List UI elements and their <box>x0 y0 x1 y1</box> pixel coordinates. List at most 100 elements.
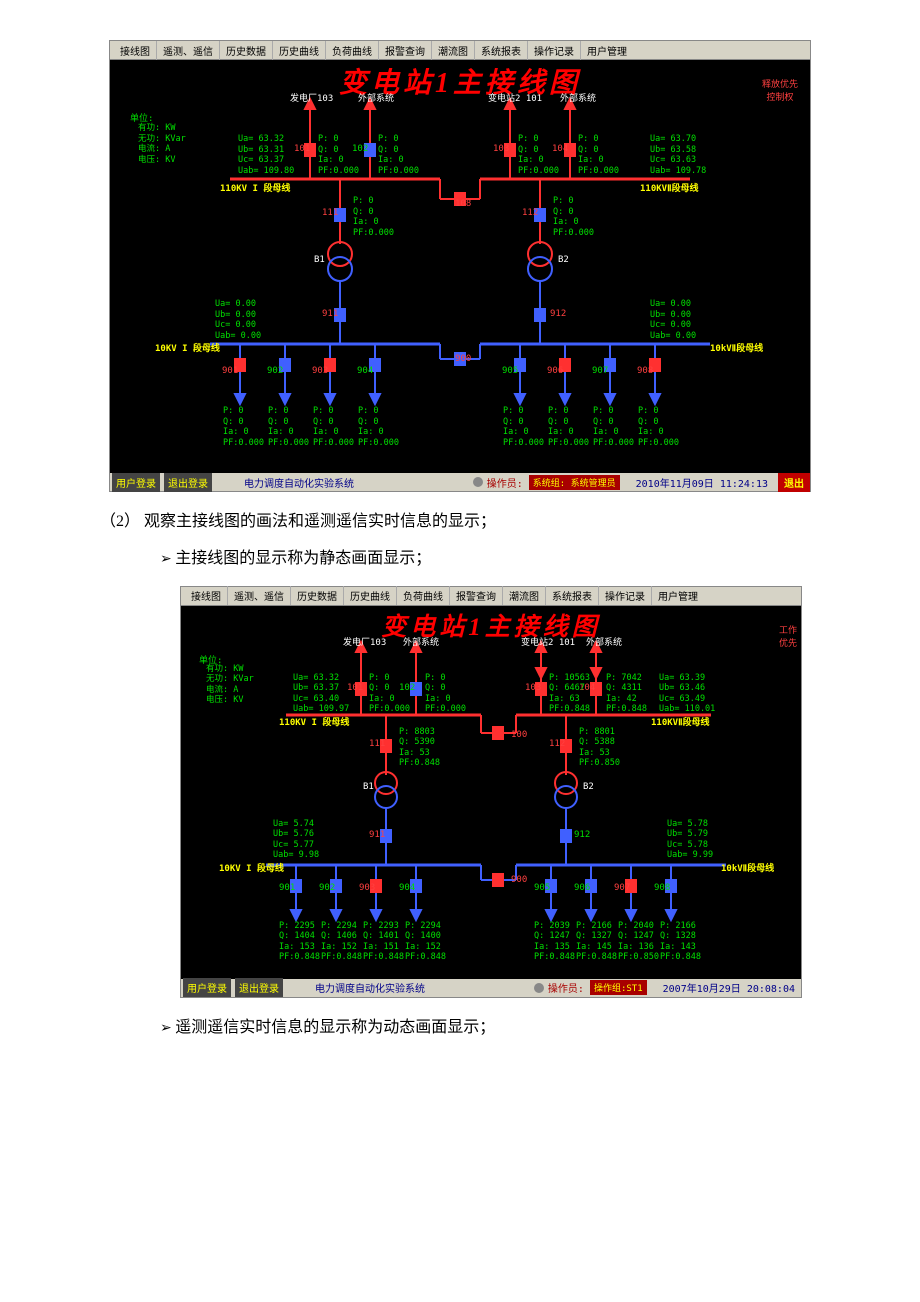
fpq4: P: 0Q: 0Ia: 0PF:0.000 <box>358 406 399 449</box>
status-bar: 用户登录 退出登录 电力调度自动化实验系统 操作员: 操作组:ST1 2007年… <box>181 979 801 997</box>
pq111: P: 0Q: 0Ia: 0PF:0.000 <box>353 196 394 239</box>
tie100: 100 <box>511 730 527 740</box>
id907: 907 <box>592 366 608 376</box>
id901: 901 <box>222 366 238 376</box>
volt-hvL: Ua= 63.32Ub= 63.37Uc= 63.40Uab= 109.97 <box>293 673 349 716</box>
menu-item[interactable]: 遥测、遥信 <box>228 586 291 605</box>
menu-item[interactable]: 接线图 <box>185 586 228 605</box>
bus-lv1: 10KV I 段母线 <box>155 341 220 354</box>
pq103: P: 0Q: 0Ia: 0PF:0.000 <box>518 134 559 177</box>
id101: 101 <box>347 683 363 693</box>
id101: 101 <box>294 144 310 154</box>
logout-button[interactable]: 退出登录 <box>164 473 212 492</box>
src1: 发电厂103 <box>290 91 333 104</box>
pq101: P: 0Q: 0Ia: 0PF:0.000 <box>318 134 359 177</box>
pq101: P: 0Q: 0Ia: 0PF:0.000 <box>369 673 410 716</box>
pq104: P: 0Q: 0Ia: 0PF:0.000 <box>578 134 619 177</box>
id911: 911 <box>322 309 338 319</box>
fpq7: P: 2040Q: 1247Ia: 136PF:0.850 <box>618 921 659 964</box>
pq112: P: 8801Q: 5388Ia: 53PF:0.850 <box>579 727 620 770</box>
menu-item[interactable]: 用户管理 <box>581 41 633 60</box>
id908: 908 <box>654 883 670 893</box>
pq111: P: 8803Q: 5390Ia: 53PF:0.848 <box>399 727 440 770</box>
b1: B1 <box>363 782 374 792</box>
fpq8: P: 2166Q: 1328Ia: 143PF:0.848 <box>660 921 701 964</box>
menu-item[interactable]: 报警查询 <box>450 586 503 605</box>
bus-lv2: 10kVⅡ段母线 <box>710 341 763 354</box>
login-button[interactable]: 用户登录 <box>112 473 160 492</box>
menu-item[interactable]: 负荷曲线 <box>397 586 450 605</box>
bus-lv1: 10KV I 段母线 <box>219 861 284 874</box>
datetime: 2010年11月09日 11:24:13 <box>636 475 768 490</box>
bus-hv1: 110KV I 段母线 <box>220 181 290 194</box>
bus-hv2: 110KVⅡ段母线 <box>640 181 699 194</box>
menu-item[interactable]: 潮流图 <box>432 41 475 60</box>
vlvL: Ua= 5.74Ub= 5.76Uc= 5.77Uab= 9.98 <box>273 819 319 862</box>
id111: 111 <box>322 208 338 218</box>
id906: 906 <box>574 883 590 893</box>
menu-item[interactable]: 系统报表 <box>475 41 528 60</box>
b2: B2 <box>558 255 569 265</box>
id907: 907 <box>614 883 630 893</box>
fpq4: P: 2294Q: 1400Ia: 152PF:0.848 <box>405 921 446 964</box>
quit-button[interactable]: 退出 <box>778 473 810 492</box>
menu-item[interactable]: 报警查询 <box>379 41 432 60</box>
login-button[interactable]: 用户登录 <box>183 978 231 997</box>
src4: 外部系统 <box>586 635 622 648</box>
menu-item[interactable]: 历史数据 <box>220 41 273 60</box>
menu-item[interactable]: 潮流图 <box>503 586 546 605</box>
bullet-dynamic: 遥测遥信实时信息的显示称为动态画面显示； <box>160 1014 820 1043</box>
id904: 904 <box>357 366 373 376</box>
fpq5: P: 2039Q: 1247Ia: 135PF:0.848 <box>534 921 575 964</box>
fpq3: P: 2293Q: 1401Ia: 151PF:0.848 <box>363 921 404 964</box>
id103: 103 <box>525 683 541 693</box>
status-bar: 用户登录 退出登录 电力调度自动化实验系统 操作员: 系统组: 系统管理员 20… <box>110 473 810 491</box>
fpq5: P: 0Q: 0Ia: 0PF:0.000 <box>503 406 544 449</box>
datetime: 2007年10月29日 20:08:04 <box>663 980 795 995</box>
scada-panel-1: 接线图 遥测、遥信 历史数据 历史曲线 负荷曲线 报警查询 潮流图 系统报表 操… <box>109 40 811 492</box>
src3: 变电站2 101 <box>488 91 542 104</box>
pq112: P: 0Q: 0Ia: 0PF:0.000 <box>553 196 594 239</box>
single-line-diagram <box>110 59 810 473</box>
operator-label: 操作员: <box>548 980 584 995</box>
pq102: P: 0Q: 0Ia: 0PF:0.000 <box>425 673 466 716</box>
pq104: P: 7042Q: 4311Ia: 42PF:0.848 <box>606 673 647 716</box>
id112: 112 <box>522 208 538 218</box>
bus-lv2: 10kVⅡ段母线 <box>721 861 774 874</box>
menu-item[interactable]: 系统报表 <box>546 586 599 605</box>
units: 有功: KW无功: KVar电流: A电压: KV <box>206 664 254 707</box>
bus-hv1: 110KV I 段母线 <box>279 715 349 728</box>
id903: 903 <box>359 883 375 893</box>
system-name: 电力调度自动化实验系统 <box>315 980 425 995</box>
menu-item[interactable]: 操作记录 <box>528 41 581 60</box>
menu-item[interactable]: 历史数据 <box>291 586 344 605</box>
fpq1: P: 2295Q: 1404Ia: 153PF:0.848 <box>279 921 320 964</box>
id902: 902 <box>319 883 335 893</box>
menu-item[interactable]: 接线图 <box>114 41 157 60</box>
tie900: 900 <box>511 875 527 885</box>
bus-hv2: 110KVⅡ段母线 <box>651 715 710 728</box>
menu-item[interactable]: 负荷曲线 <box>326 41 379 60</box>
menu-item[interactable]: 用户管理 <box>652 586 704 605</box>
menu-item[interactable]: 遥测、遥信 <box>157 41 220 60</box>
fpq3: P: 0Q: 0Ia: 0PF:0.000 <box>313 406 354 449</box>
id902: 902 <box>267 366 283 376</box>
menu-bar: 接线图 遥测、遥信 历史数据 历史曲线 负荷曲线 报警查询 潮流图 系统报表 操… <box>110 41 810 60</box>
b2: B2 <box>583 782 594 792</box>
menu-item[interactable]: 历史曲线 <box>344 586 397 605</box>
operator-value: 系统组: 系统管理员 <box>529 475 620 490</box>
volt-lvR: Ua= 0.00Ub= 0.00Uc= 0.00Uab= 0.00 <box>650 299 696 342</box>
menu-item[interactable]: 历史曲线 <box>273 41 326 60</box>
scada-panel-2: 接线图 遥测、遥信 历史数据 历史曲线 负荷曲线 报警查询 潮流图 系统报表 操… <box>180 586 802 998</box>
menu-item[interactable]: 操作记录 <box>599 586 652 605</box>
src2: 外部系统 <box>403 635 439 648</box>
id905: 905 <box>502 366 518 376</box>
logout-button[interactable]: 退出登录 <box>235 978 283 997</box>
fpq1: P: 0Q: 0Ia: 0PF:0.000 <box>223 406 264 449</box>
pq102: P: 0Q: 0Ia: 0PF:0.000 <box>378 134 419 177</box>
src3: 变电站2 101 <box>521 635 575 648</box>
src2: 外部系统 <box>358 91 394 104</box>
src1: 发电厂103 <box>343 635 386 648</box>
b1: B1 <box>314 255 325 265</box>
volt-hvR: Ua= 63.70Ub= 63.58Uc= 63.63Uab= 109.78 <box>650 134 706 177</box>
